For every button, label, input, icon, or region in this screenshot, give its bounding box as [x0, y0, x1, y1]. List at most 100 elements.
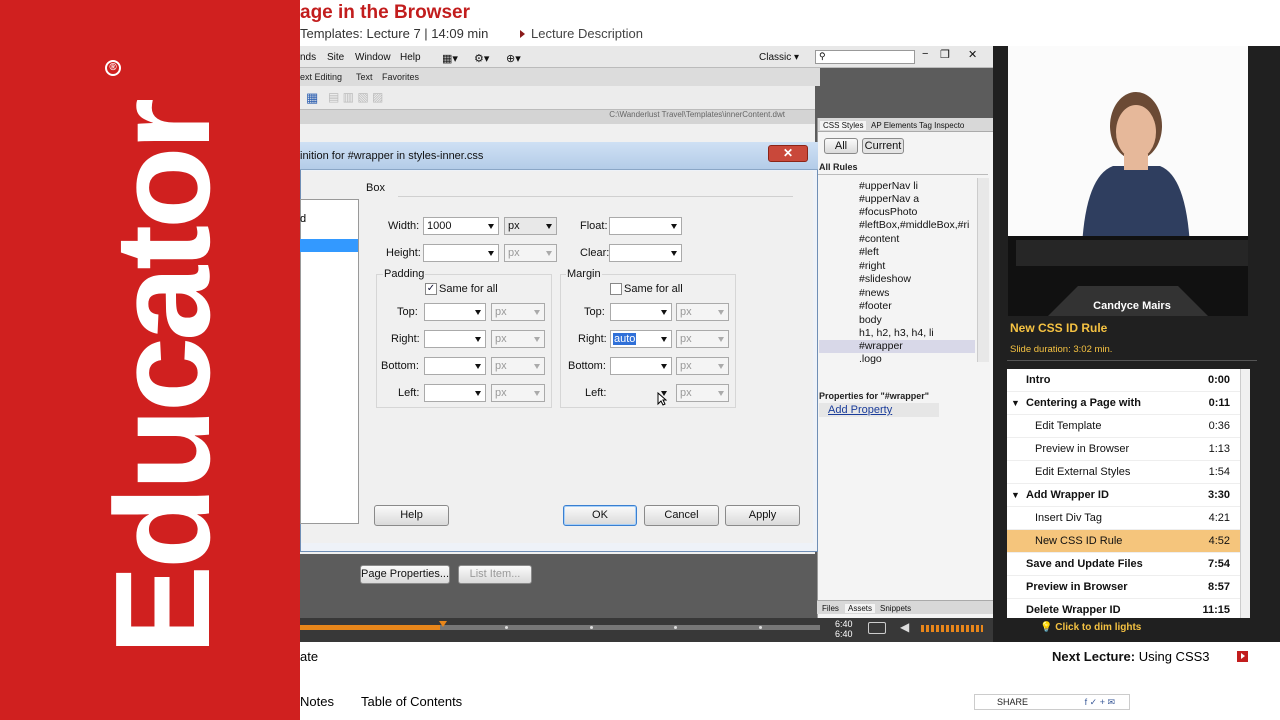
sitemap-icon[interactable]: ⊕▾ — [506, 52, 521, 65]
workspace-switcher[interactable]: Classic ▾ — [759, 52, 799, 63]
toc-scrollbar[interactable] — [1240, 369, 1250, 618]
chapter-marker[interactable] — [674, 626, 677, 629]
rule-item[interactable]: #right — [859, 260, 885, 272]
dialog-close-button[interactable]: ✕ — [768, 145, 808, 162]
rule-item[interactable]: #focusPhoto — [859, 206, 917, 218]
dim-lights-button[interactable]: 💡 Click to dim lights — [1040, 622, 1141, 633]
toc-item[interactable]: Delete Wrapper ID 11:15 — [1007, 599, 1240, 618]
padding-top-unit[interactable]: px — [491, 303, 545, 321]
tab-text[interactable]: Text — [356, 72, 373, 82]
rule-item[interactable]: .logo — [859, 353, 882, 365]
tab-notes[interactable]: Notes — [300, 694, 334, 709]
rule-item[interactable]: #upperNav li — [859, 180, 918, 192]
tab-css-styles[interactable]: CSS Styles — [820, 121, 867, 130]
rule-item[interactable]: #content — [859, 233, 899, 245]
volume-icon[interactable]: ◀ — [900, 620, 909, 634]
tab-ap-elements[interactable]: AP Elements — [868, 121, 920, 130]
toolbar-icon[interactable]: ▤ ▥ ▧ ▨ — [328, 90, 383, 104]
restore-icon[interactable]: ❐ — [940, 48, 950, 61]
padding-right-input[interactable] — [424, 330, 486, 348]
margin-right-input[interactable]: auto — [610, 330, 672, 348]
tab-text-editing[interactable]: ext Editing — [300, 72, 342, 82]
rule-item[interactable]: h1, h2, h3, h4, li — [859, 327, 934, 339]
toc-item[interactable]: Insert Div Tag 4:21 — [1007, 507, 1240, 530]
chapter-marker[interactable] — [759, 626, 762, 629]
width-unit-select[interactable]: px — [504, 217, 557, 235]
toc-item[interactable]: ▼ Add Wrapper ID 3:30 — [1007, 484, 1240, 507]
gear-icon[interactable]: ⚙▾ — [474, 52, 489, 65]
width-input[interactable]: 1000 — [423, 217, 499, 235]
volume-slider[interactable] — [921, 625, 983, 632]
padding-top-input[interactable] — [424, 303, 486, 321]
menu-item-help[interactable]: Help — [400, 52, 421, 63]
all-mode-button[interactable]: All — [824, 138, 858, 154]
rules-scrollbar[interactable] — [977, 178, 989, 362]
rule-item[interactable]: body — [859, 314, 882, 326]
next-lecture-link[interactable]: Next Lecture: Using CSS3 — [1052, 649, 1210, 664]
margin-same-checkbox[interactable] — [610, 283, 622, 295]
toc-item[interactable]: Edit External Styles 1:54 — [1007, 461, 1240, 484]
toc-item[interactable]: New CSS ID Rule 4:52 — [1007, 530, 1240, 553]
current-mode-button[interactable]: Current — [862, 138, 904, 154]
margin-bottom-input[interactable] — [610, 357, 672, 375]
toc-item[interactable]: Save and Update Files 7:54 — [1007, 553, 1240, 576]
search-input[interactable]: ⚲ — [815, 50, 915, 64]
share-button[interactable]: SHARE f ✓ + ✉ — [974, 694, 1130, 710]
rule-item[interactable]: #leftBox,#middleBox,#ri — [859, 219, 977, 231]
apply-button[interactable]: Apply — [725, 505, 800, 526]
rule-item[interactable]: #footer — [859, 300, 892, 312]
lecture-description-link[interactable]: Lecture Description — [520, 26, 643, 41]
expand-arrow-icon[interactable]: ▼ — [1011, 490, 1020, 500]
minimize-icon[interactable]: − — [922, 48, 928, 60]
tab-files[interactable]: Files — [819, 604, 842, 613]
float-select[interactable] — [609, 217, 682, 235]
padding-bottom-unit[interactable]: px — [491, 357, 545, 375]
rule-item[interactable]: #left — [859, 246, 879, 258]
add-property-link[interactable]: Add Property — [828, 404, 892, 416]
category-item[interactable]: d — [300, 213, 306, 225]
padding-left-unit[interactable]: px — [491, 384, 545, 402]
margin-top-unit[interactable]: px — [676, 303, 729, 321]
rule-item-wrapper[interactable]: #wrapper — [859, 340, 903, 352]
margin-left-unit[interactable]: px — [676, 384, 729, 402]
rule-item[interactable]: #news — [859, 287, 889, 299]
margin-top-input[interactable] — [610, 303, 672, 321]
tab-assets[interactable]: Assets — [845, 604, 876, 613]
page-properties-button[interactable]: Page Properties... — [360, 565, 450, 584]
toc-item[interactable]: ▼ Centering a Page with 0:11 — [1007, 392, 1240, 415]
padding-same-checkbox[interactable]: ✓ — [425, 283, 437, 295]
table-icon[interactable]: ▦ — [306, 90, 318, 106]
cancel-button[interactable]: Cancel — [644, 505, 719, 526]
tab-table-of-contents[interactable]: Table of Contents — [361, 694, 462, 709]
toc-item[interactable]: Intro 0:00 — [1007, 369, 1240, 392]
toc-item[interactable]: Preview in Browser 1:13 — [1007, 438, 1240, 461]
category-item-box[interactable] — [300, 239, 358, 252]
chapter-marker[interactable] — [590, 626, 593, 629]
fullscreen-icon[interactable] — [868, 622, 886, 634]
clear-select[interactable] — [609, 244, 682, 262]
prev-lecture-fragment[interactable]: ate — [300, 649, 318, 664]
chapter-marker[interactable] — [505, 626, 508, 629]
rule-item[interactable]: #slideshow — [859, 273, 911, 285]
close-icon[interactable]: ✕ — [968, 48, 977, 61]
list-item-button[interactable]: List Item... — [458, 565, 532, 584]
toc-item[interactable]: Edit Template 0:36 — [1007, 415, 1240, 438]
ok-button[interactable]: OK — [563, 505, 637, 526]
rule-item[interactable]: #upperNav a — [859, 193, 919, 205]
next-arrow-icon[interactable] — [1237, 651, 1248, 662]
padding-bottom-input[interactable] — [424, 357, 486, 375]
margin-right-unit[interactable]: px — [676, 330, 729, 348]
menu-item-site[interactable]: Site — [327, 52, 344, 63]
expand-arrow-icon[interactable]: ▼ — [1011, 398, 1020, 408]
help-button[interactable]: Help — [374, 505, 449, 526]
tab-snippets[interactable]: Snippets — [877, 604, 914, 613]
seek-handle[interactable] — [439, 621, 447, 627]
height-input[interactable] — [423, 244, 499, 262]
height-unit-select[interactable]: px — [504, 244, 557, 262]
toc-item[interactable]: Preview in Browser 8:57 — [1007, 576, 1240, 599]
tab-tag-inspector[interactable]: Tag Inspecto — [916, 121, 967, 130]
margin-bottom-unit[interactable]: px — [676, 357, 729, 375]
menu-item-commands[interactable]: nds — [300, 52, 316, 63]
padding-right-unit[interactable]: px — [491, 330, 545, 348]
tab-favorites[interactable]: Favorites — [382, 72, 419, 82]
